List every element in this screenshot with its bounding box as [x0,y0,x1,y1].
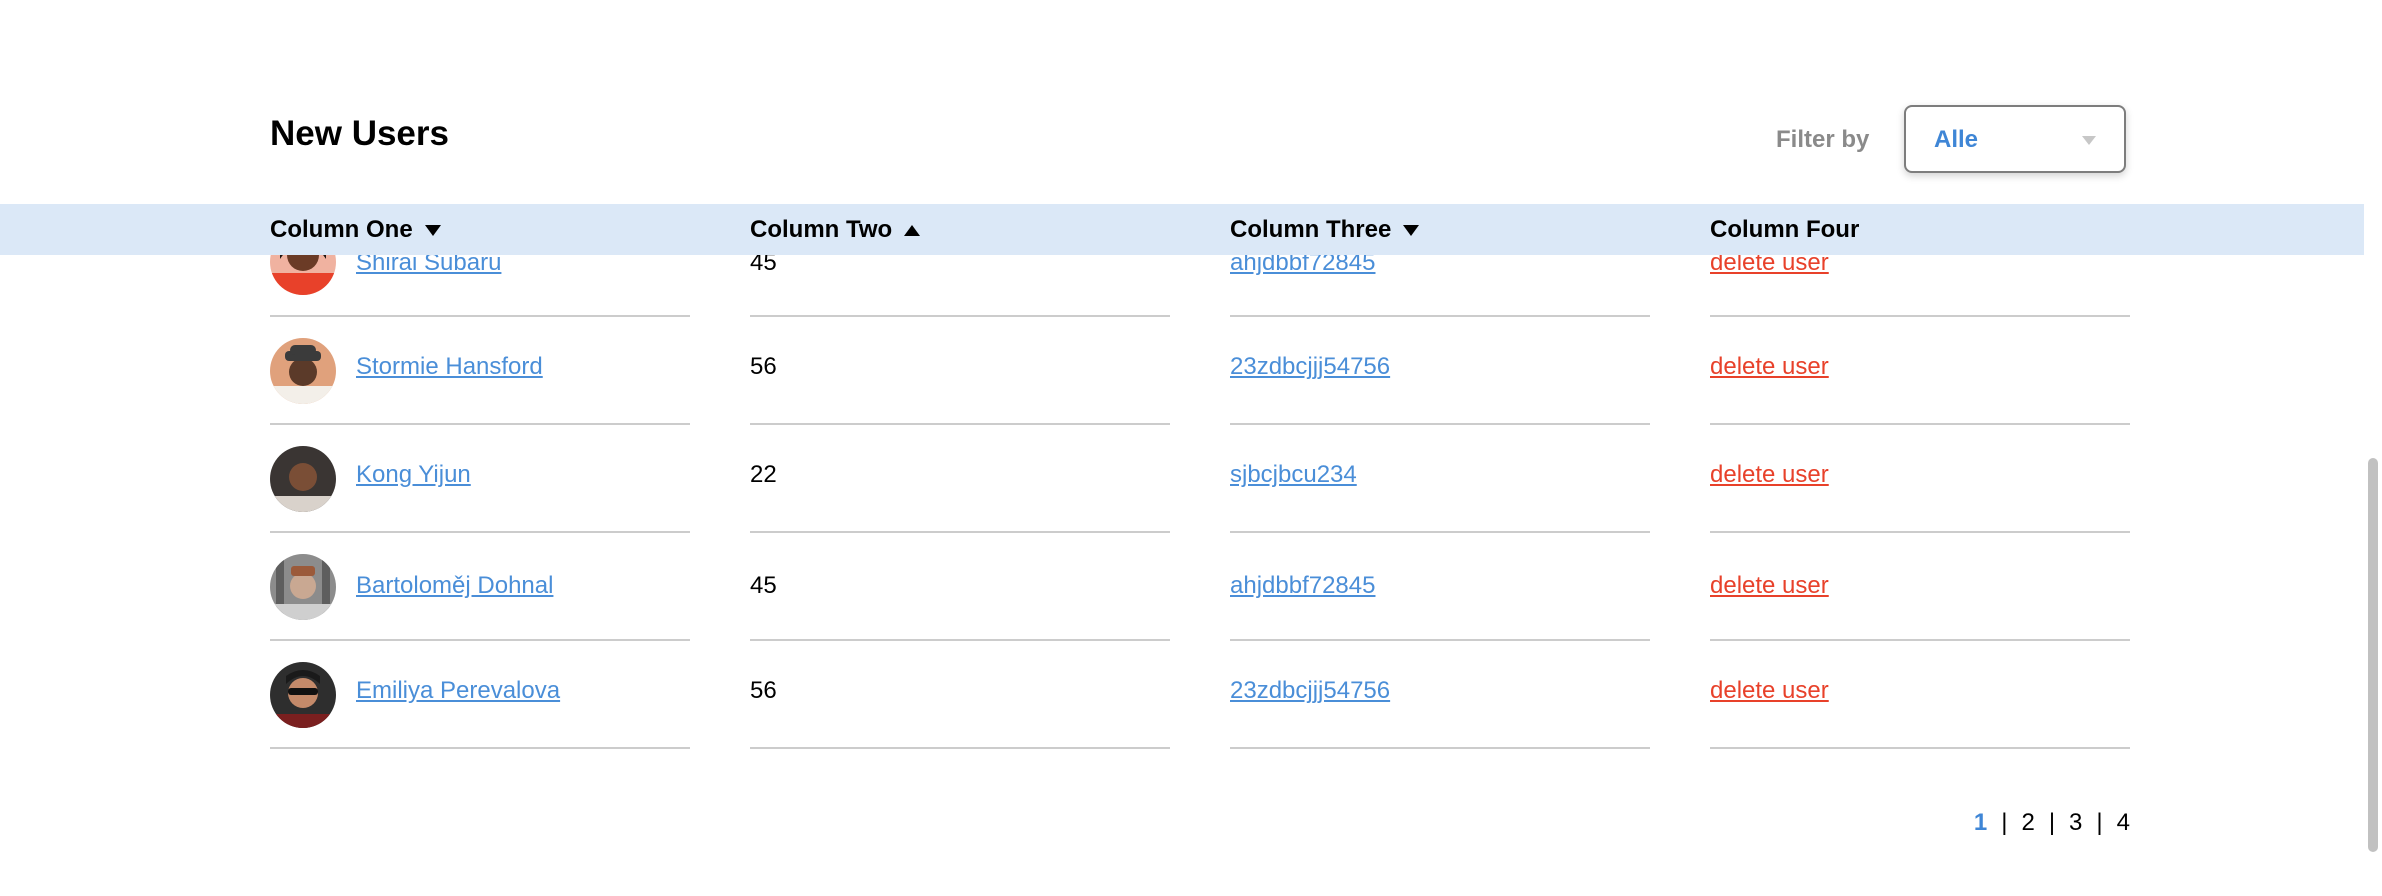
new-users-page: New Users Filter by Alle Shirai Subaru 4… [0,0,2382,896]
column-header-three[interactable]: Column Three [1230,216,1420,244]
vertical-scrollbar[interactable] [2364,0,2382,896]
row-divider [1710,747,2130,749]
user-code-link[interactable]: 23zdbcjjj54756 [1230,677,1390,705]
column-header-one[interactable]: Column One [270,216,441,244]
column-header-four[interactable]: Column Four [1710,216,1859,244]
table-row: Emiliya Perevalova 56 23zdbcjjj54756 del… [0,641,2382,749]
column-header-label: Column Two [750,216,893,243]
table-row: Stormie Hansford 56 23zdbcjjj54756 delet… [0,317,2382,425]
avatar [270,662,336,728]
avatar [270,446,336,512]
avatar [270,338,336,404]
sort-desc-icon [1403,225,1420,237]
scrollbar-thumb[interactable] [2368,458,2378,852]
sort-desc-icon [424,225,441,237]
row-divider [1230,747,1650,749]
user-code-link[interactable]: ahjdbbf72845 [1230,572,1375,600]
column-header-label: Column Three [1230,216,1392,243]
user-value: 45 [750,572,777,599]
user-name-link[interactable]: Kong Yijun [356,461,471,489]
sort-asc-icon [904,225,921,237]
column-header-label: Column Four [1710,216,1860,243]
row-divider [270,747,690,749]
delete-user-link[interactable]: delete user [1710,677,1829,705]
user-value: 56 [750,353,777,380]
user-value: 56 [750,677,777,704]
user-code-link[interactable]: 23zdbcjjj54756 [1230,353,1390,381]
users-table-body: Shirai Subaru 45 ahjdbbf72845 delete use… [0,0,2382,896]
delete-user-link[interactable]: delete user [1710,353,1829,381]
user-code-link[interactable]: sjbcjbcu234 [1230,461,1357,489]
delete-user-link[interactable]: delete user [1710,572,1829,600]
table-row: Kong Yijun 22 sjbcjbcu234 delete user [0,425,2382,533]
delete-user-link[interactable]: delete user [1710,461,1829,489]
row-divider [750,747,1170,749]
user-name-link[interactable]: Stormie Hansford [356,353,543,381]
user-name-link[interactable]: Emiliya Perevalova [356,677,560,705]
column-header-two[interactable]: Column Two [750,216,921,244]
user-value: 22 [750,461,777,488]
avatar [270,554,336,620]
table-row: Bartoloměj Dohnal 45 ahjdbbf72845 delete… [0,533,2382,641]
user-name-link[interactable]: Bartoloměj Dohnal [356,572,553,600]
column-header-label: Column One [270,216,413,243]
table-header: Column One Column Two Column Three Colum… [0,204,2382,255]
